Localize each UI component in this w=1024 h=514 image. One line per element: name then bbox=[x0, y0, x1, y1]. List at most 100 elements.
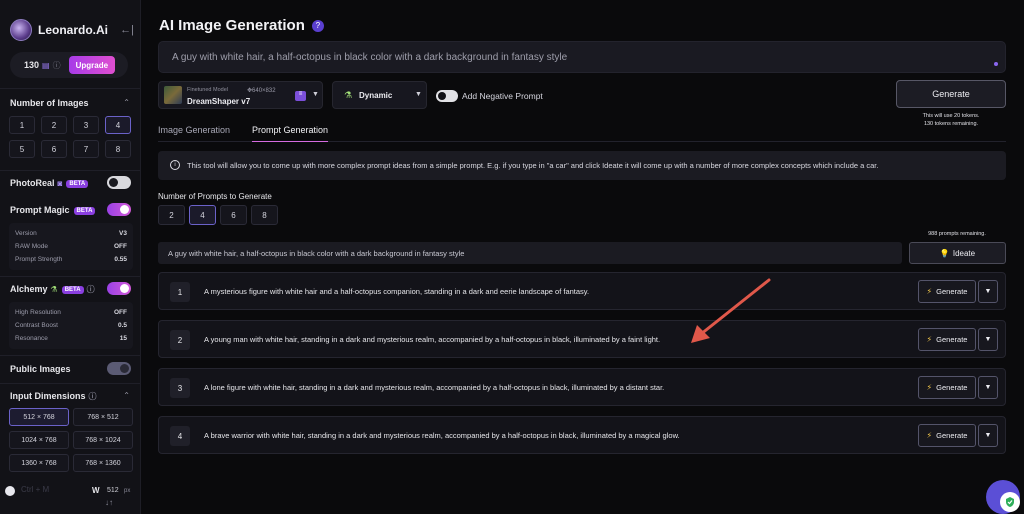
input-dimensions-label: Input Dimensions ⓘ bbox=[10, 391, 97, 401]
image-count-option[interactable]: 6 bbox=[41, 140, 67, 158]
prompt-magic-toggle[interactable] bbox=[107, 203, 131, 216]
chevron-up-icon[interactable]: ⌃ bbox=[123, 98, 130, 107]
help-icon[interactable]: ⓘ bbox=[53, 60, 61, 71]
number-of-images-grid: 1234 5678 bbox=[9, 116, 133, 158]
tab-prompt-generation[interactable]: Prompt Generation bbox=[252, 125, 329, 142]
prompt-magic-settings[interactable]: Version V3 RAW Mode OFF Prompt Strength 0.5… bbox=[9, 223, 133, 270]
alchemy-contrast-row: Contrast Boost 0.5 bbox=[15, 322, 127, 329]
chevron-up-icon[interactable]: ⌃ bbox=[123, 391, 130, 400]
prompt-magic-label: Prompt Magic BETA bbox=[10, 205, 96, 215]
photoreal-toggle[interactable] bbox=[107, 176, 131, 189]
token-box: 130 ▤ ⓘ Upgrade bbox=[10, 52, 128, 78]
model-settings-icon[interactable]: ≡ bbox=[295, 91, 306, 101]
divider bbox=[0, 276, 140, 277]
shield-icon[interactable] bbox=[1000, 492, 1020, 512]
logo-row: Leonardo.Ai ←| bbox=[10, 18, 134, 42]
lightbulb-icon: 💡 bbox=[939, 248, 950, 258]
prompt-count-option[interactable]: 8 bbox=[251, 205, 278, 225]
result-prompt-text: A mysterious figure with white hair and … bbox=[204, 287, 590, 296]
result-generate-button[interactable]: ⚡ Generate bbox=[918, 376, 976, 399]
shortcut-hint: Ctrl + M bbox=[21, 485, 50, 494]
token-icon: ▤ bbox=[42, 60, 50, 70]
info-icon: i bbox=[170, 160, 180, 170]
prompt-count-option[interactable]: 6 bbox=[220, 205, 247, 225]
camera-icon: ◙ bbox=[57, 179, 63, 188]
token-count: 130 bbox=[24, 60, 40, 70]
slider-handle[interactable] bbox=[5, 486, 15, 496]
image-count-option[interactable]: 2 bbox=[41, 116, 67, 134]
ideate-button[interactable]: 💡 Ideate bbox=[909, 242, 1006, 264]
lightning-icon: ⚡ bbox=[926, 431, 933, 440]
lightning-icon: ⚡ bbox=[926, 287, 933, 296]
chevron-down-icon[interactable]: ▼ bbox=[978, 376, 998, 399]
prompt-count-option[interactable]: 2 bbox=[158, 205, 185, 225]
divider bbox=[0, 383, 140, 384]
result-row: 3 A lone figure with white hair, standing… bbox=[158, 368, 1006, 406]
result-generate-button[interactable]: ⚡ Generate bbox=[918, 424, 976, 447]
public-images-toggle[interactable] bbox=[107, 362, 131, 375]
chevron-down-icon[interactable]: ▼ bbox=[415, 91, 422, 98]
chevron-down-icon[interactable]: ▼ bbox=[978, 280, 998, 303]
dimension-option[interactable]: 768 × 1024 bbox=[73, 431, 133, 449]
sidebar: Leonardo.Ai ←| 130 ▤ ⓘ Upgrade Number of… bbox=[0, 0, 141, 514]
lightning-icon: ⚡ bbox=[926, 383, 933, 392]
user-avatar[interactable] bbox=[10, 19, 32, 41]
help-icon[interactable]: ⓘ bbox=[87, 285, 95, 294]
number-of-images-label: Number of Images bbox=[10, 98, 89, 108]
negative-prompt-toggle[interactable] bbox=[436, 90, 458, 102]
swap-dimensions-icon[interactable]: ↓↑ bbox=[105, 498, 113, 507]
chevron-down-icon[interactable]: ▼ bbox=[978, 328, 998, 351]
chevron-down-icon[interactable]: ▼ bbox=[978, 424, 998, 447]
alchemy-label: Alchemy ⚗ BETA ⓘ bbox=[10, 284, 95, 294]
image-count-option[interactable]: 1 bbox=[9, 116, 35, 134]
help-icon[interactable]: ⓘ bbox=[89, 392, 97, 401]
info-notice: i This tool will allow you to come up wi… bbox=[158, 151, 1006, 180]
width-label: W bbox=[92, 486, 100, 495]
alchemy-settings[interactable]: High Resolution OFF Contrast Boost 0.5 Res… bbox=[9, 302, 133, 349]
result-prompt-text: A young man with white hair, standing in… bbox=[204, 335, 661, 344]
style-selector[interactable]: ⚗ Dynamic ▼ bbox=[332, 81, 427, 109]
dimension-option[interactable]: 1024 × 768 bbox=[9, 431, 69, 449]
alchemy-high-res-row: High Resolution OFF bbox=[15, 309, 127, 316]
image-count-option[interactable]: 7 bbox=[73, 140, 99, 158]
image-count-option[interactable]: 5 bbox=[9, 140, 35, 158]
generate-button[interactable]: Generate bbox=[896, 80, 1006, 108]
result-generate-button[interactable]: ⚡ Generate bbox=[918, 328, 976, 351]
dimension-option[interactable]: 768 × 512 bbox=[73, 408, 133, 426]
upgrade-button[interactable]: Upgrade bbox=[68, 56, 116, 74]
result-generate-button[interactable]: ⚡ Generate bbox=[918, 280, 976, 303]
tab-image-generation[interactable]: Image Generation bbox=[158, 125, 230, 142]
ideate-prompt-input[interactable]: A guy with white hair, a half-octopus in… bbox=[158, 242, 902, 264]
image-count-option[interactable]: 8 bbox=[105, 140, 131, 158]
public-images-label: Public Images bbox=[10, 364, 71, 374]
help-icon[interactable]: ? bbox=[311, 19, 324, 32]
dimension-option[interactable]: 768 × 1360 bbox=[73, 454, 133, 472]
page-title: AI Image Generation bbox=[159, 17, 305, 34]
prompt-indicator-icon bbox=[994, 62, 998, 66]
image-count-option[interactable]: 3 bbox=[73, 116, 99, 134]
dimension-option[interactable]: 512 × 768 bbox=[9, 408, 69, 426]
collapse-sidebar-icon[interactable]: ←| bbox=[120, 24, 134, 36]
result-prompt-text: A lone figure with white hair, standing … bbox=[204, 383, 665, 392]
model-selector[interactable]: Finetuned Model ✥640×832 DreamShaper v7 … bbox=[158, 81, 323, 109]
num-prompts-options: 2468 bbox=[158, 205, 278, 225]
model-type: Finetuned Model bbox=[187, 87, 228, 93]
chevron-down-icon[interactable]: ▼ bbox=[312, 91, 319, 98]
result-row: 4 A brave warrior with white hair, standi… bbox=[158, 416, 1006, 454]
result-row: 2 A young man with white hair, standing i… bbox=[158, 320, 1006, 358]
prompt-text: A guy with white hair, a half-octopus in… bbox=[172, 52, 568, 63]
dimension-option[interactable]: 1360 × 768 bbox=[9, 454, 69, 472]
width-value[interactable]: 512 bbox=[107, 487, 119, 494]
image-count-option[interactable]: 4 bbox=[105, 116, 131, 134]
style-label: Dynamic bbox=[359, 91, 393, 100]
ideate-prompt-text: A guy with white hair, a half-octopus in… bbox=[168, 249, 465, 258]
beta-badge: BETA bbox=[61, 285, 84, 294]
result-prompt-text: A brave warrior with white hair, standin… bbox=[204, 431, 680, 440]
prompt-magic-version-row: Version V3 bbox=[15, 230, 127, 237]
prompt-input[interactable]: A guy with white hair, a half-octopus in… bbox=[158, 41, 1006, 73]
width-unit: px bbox=[124, 488, 131, 494]
beta-badge: BETA bbox=[66, 179, 89, 188]
alchemy-toggle[interactable] bbox=[107, 282, 131, 295]
divider bbox=[0, 170, 140, 171]
prompt-count-option[interactable]: 4 bbox=[189, 205, 216, 225]
